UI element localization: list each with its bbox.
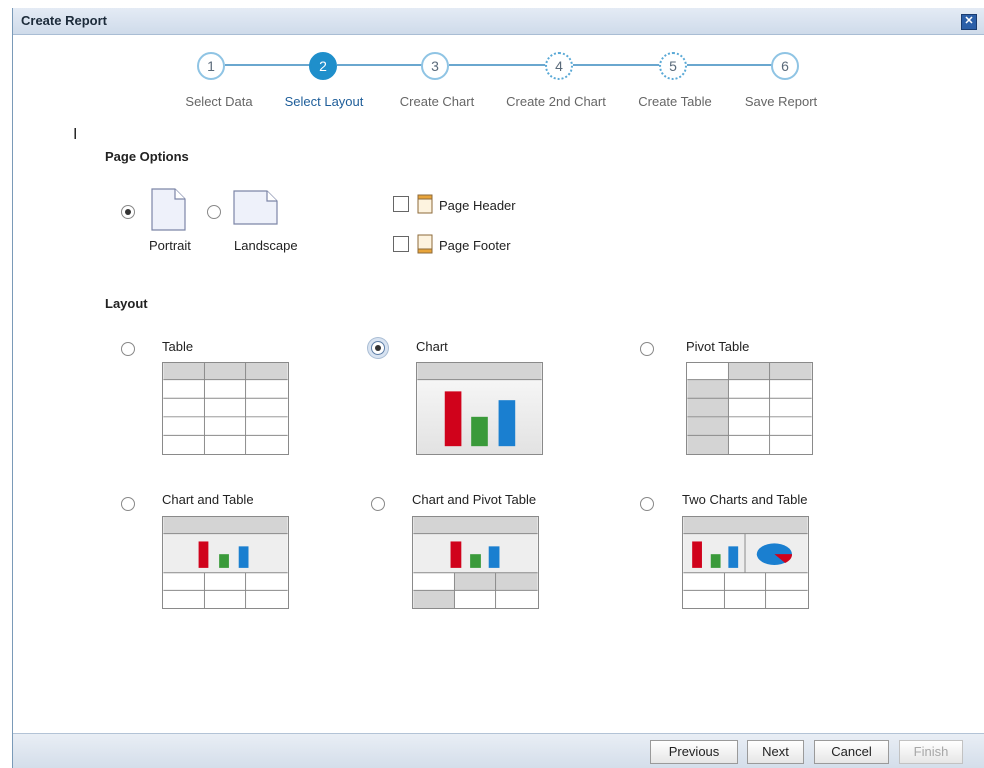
landscape-label: Landscape [234, 238, 298, 253]
step-connector [573, 64, 673, 66]
layout-chart-and-table-label: Chart and Table [162, 492, 254, 507]
layout-chart-and-pivot-table-radio[interactable] [371, 497, 385, 511]
dialog-title: Create Report [21, 13, 107, 28]
step-1-label: Select Data [185, 94, 253, 109]
title-bar: Create Report ✕ [13, 8, 984, 35]
layout-chart-and-pivot-table-label: Chart and Pivot Table [412, 492, 537, 507]
dialog-footer: Previous Next Cancel Finish [13, 733, 984, 768]
step-3-circle[interactable]: 3 [421, 52, 449, 80]
step-6-circle[interactable]: 6 [771, 52, 799, 80]
next-button[interactable]: Next [747, 740, 804, 764]
layout-pivot-table-radio[interactable] [640, 342, 654, 356]
page-header-checkbox[interactable] [393, 196, 409, 212]
layout-chart-radio[interactable] [371, 341, 385, 355]
portrait-page-icon [151, 188, 186, 231]
text-cursor-icon: I [73, 126, 78, 143]
previous-button[interactable]: Previous [650, 740, 738, 764]
step-5-label: Create Table [638, 94, 712, 109]
layout-chart-label: Chart [416, 339, 448, 354]
landscape-page-icon [233, 190, 278, 225]
chart-layout-thumbnail[interactable] [416, 362, 543, 455]
step-connector [449, 64, 559, 66]
step-2-circle[interactable]: 2 [309, 52, 337, 80]
layout-chart-and-table-radio[interactable] [121, 497, 135, 511]
layout-two-charts-and-table-radio[interactable] [640, 497, 654, 511]
close-icon[interactable]: ✕ [961, 14, 977, 30]
page-footer-checkbox[interactable] [393, 236, 409, 252]
landscape-radio[interactable] [207, 205, 221, 219]
chart-and-pivot-table-layout-thumbnail[interactable] [412, 516, 539, 609]
page-header-label: Page Header [439, 198, 516, 213]
step-1-circle[interactable]: 1 [197, 52, 225, 80]
layout-table-label: Table [162, 339, 194, 354]
portrait-radio[interactable] [121, 205, 135, 219]
layout-pivot-table-label: Pivot Table [686, 339, 750, 354]
two-charts-and-table-layout-thumbnail[interactable] [682, 516, 809, 609]
cancel-button[interactable]: Cancel [814, 740, 889, 764]
layout-heading: Layout [105, 296, 148, 311]
create-report-dialog: Create Report ✕ 1 2 3 4 5 6 Select Data … [12, 8, 984, 768]
page-header-icon [417, 194, 433, 214]
chart-and-table-layout-thumbnail[interactable] [162, 516, 289, 609]
page-footer-label: Page Footer [439, 238, 511, 253]
layout-two-charts-and-table-label: Two Charts and Table [682, 492, 808, 507]
portrait-label: Portrait [149, 238, 191, 253]
layout-table-radio[interactable] [121, 342, 135, 356]
step-4-label: Create 2nd Chart [506, 94, 606, 109]
table-layout-thumbnail[interactable] [162, 362, 289, 455]
step-3-label: Create Chart [399, 94, 475, 109]
step-6-label: Save Report [744, 94, 818, 109]
step-2-label: Select Layout [284, 94, 364, 109]
page-footer-icon [417, 234, 433, 254]
finish-button[interactable]: Finish [899, 740, 963, 764]
step-5-circle[interactable]: 5 [659, 52, 687, 80]
page-options-heading: Page Options [105, 149, 189, 164]
step-4-circle[interactable]: 4 [545, 52, 573, 80]
pivot-table-layout-thumbnail[interactable] [686, 362, 813, 455]
